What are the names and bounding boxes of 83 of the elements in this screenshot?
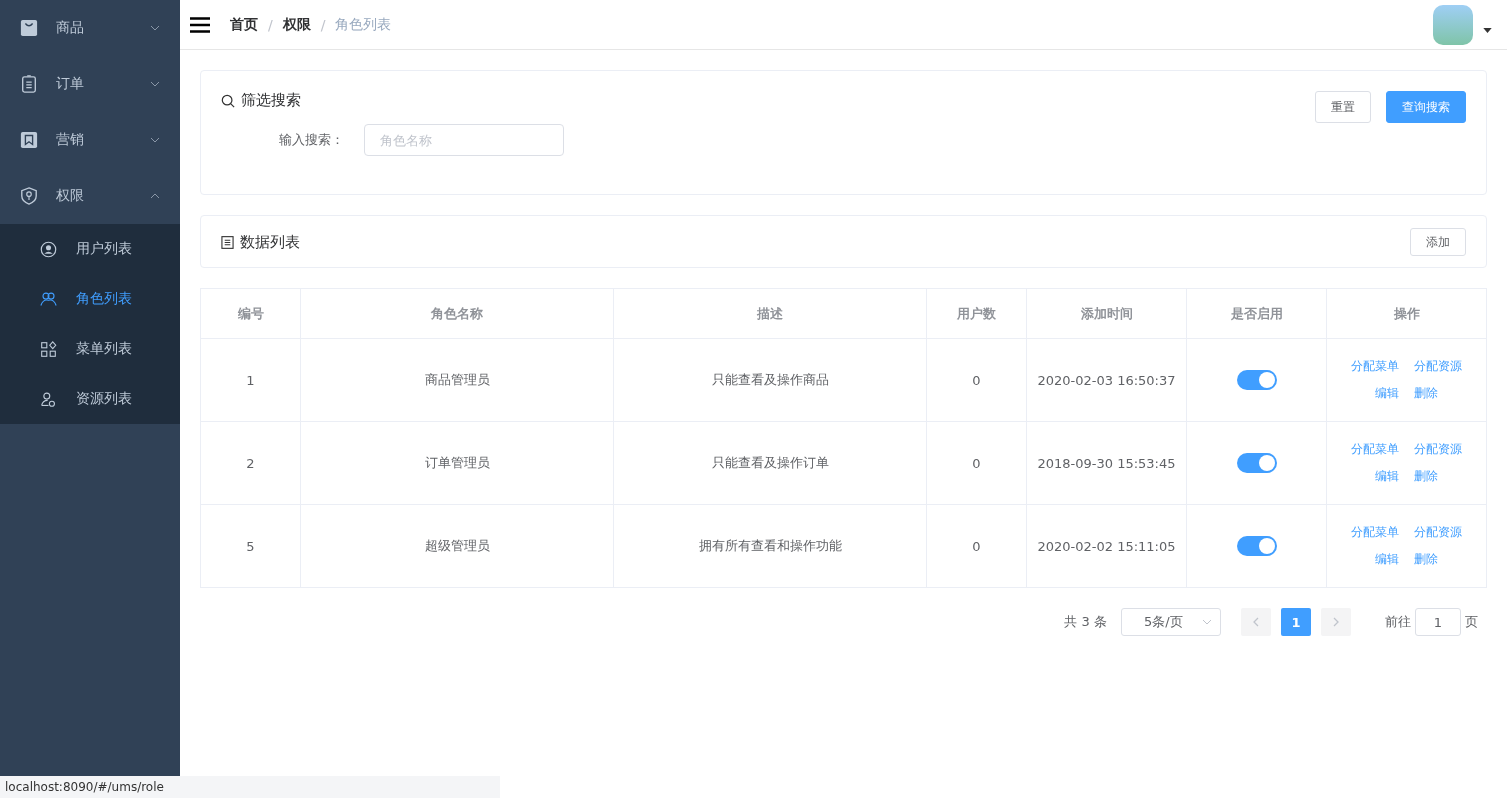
table-cell: 0 bbox=[926, 338, 1027, 422]
status-url: localhost:8090/#/ums/role bbox=[0, 776, 500, 798]
table-cell: 只能查看及操作订单 bbox=[613, 421, 927, 505]
column-header: 用户数 bbox=[926, 288, 1027, 339]
table-cell: 1 bbox=[200, 338, 301, 422]
page-suffix: 页 bbox=[1465, 613, 1478, 631]
column-header: 操作 bbox=[1326, 288, 1487, 339]
breadcrumb-link[interactable]: 权限 bbox=[282, 15, 311, 34]
panel-title: 筛选搜索 bbox=[241, 91, 301, 110]
column-header: 角色名称 bbox=[300, 288, 614, 339]
search-field[interactable]: 角色名称 bbox=[364, 124, 564, 156]
caret-icon[interactable] bbox=[1483, 28, 1492, 33]
search-icon bbox=[221, 93, 235, 108]
user-icon bbox=[40, 240, 57, 258]
chevron-icon bbox=[150, 81, 160, 87]
action-link[interactable]: 编辑 bbox=[1375, 551, 1399, 568]
reset-button[interactable]: 重置 bbox=[1315, 91, 1371, 123]
table-cell: 只能查看及操作商品 bbox=[613, 338, 927, 422]
table-cell: 拥有所有查看和操作功能 bbox=[613, 504, 927, 588]
chevron-icon bbox=[150, 137, 160, 143]
table-cell: 0 bbox=[926, 504, 1027, 588]
action-link[interactable]: 分配菜单 bbox=[1351, 441, 1399, 458]
shopping-bag-icon bbox=[20, 19, 38, 37]
table-cell: 2020-02-03 16:50:37 bbox=[1026, 338, 1187, 422]
column-header: 编号 bbox=[200, 288, 301, 339]
menu-item[interactable]: 权限 bbox=[0, 168, 180, 224]
user-gear-icon bbox=[40, 390, 57, 408]
table-cell: 商品管理员 bbox=[300, 338, 614, 422]
action-link[interactable]: 删除 bbox=[1414, 385, 1438, 402]
menu-item[interactable]: 订单 bbox=[0, 56, 180, 112]
action-link[interactable]: 分配菜单 bbox=[1351, 358, 1399, 375]
table-cell: 2020-02-02 15:11:05 bbox=[1026, 504, 1187, 588]
submenu-item[interactable]: 角色列表 bbox=[0, 274, 180, 324]
grid-icon bbox=[40, 340, 57, 358]
list-icon bbox=[221, 235, 234, 249]
menu-item[interactable]: 商品 bbox=[0, 0, 180, 56]
table-cell: 订单管理员 bbox=[300, 421, 614, 505]
table-cell: 2 bbox=[200, 421, 301, 505]
column-header: 描述 bbox=[613, 288, 927, 339]
total-count: 共 3 条 bbox=[1064, 613, 1107, 631]
table-cell: 超级管理员 bbox=[300, 504, 614, 588]
page-button[interactable]: 1 bbox=[1281, 608, 1311, 636]
action-link[interactable]: 分配资源 bbox=[1414, 524, 1462, 541]
action-link[interactable]: 分配菜单 bbox=[1351, 524, 1399, 541]
menu-icon[interactable] bbox=[190, 16, 210, 33]
table-cell: 0 bbox=[926, 421, 1027, 505]
action-link[interactable]: 删除 bbox=[1414, 551, 1438, 568]
action-link[interactable]: 编辑 bbox=[1375, 385, 1399, 402]
menu-item[interactable]: 营销 bbox=[0, 112, 180, 168]
table-cell: 5 bbox=[200, 504, 301, 588]
column-header: 是否启用 bbox=[1186, 288, 1327, 339]
clipboard-icon bbox=[20, 75, 38, 93]
users-icon bbox=[40, 290, 57, 308]
action-link[interactable]: 分配资源 bbox=[1414, 441, 1462, 458]
chevron-right-icon bbox=[1333, 617, 1339, 627]
column-header: 添加时间 bbox=[1026, 288, 1187, 339]
chevron-icon bbox=[150, 193, 160, 199]
page-size-select[interactable]: 5条/页 bbox=[1121, 608, 1221, 636]
search-button[interactable]: 查询搜索 bbox=[1386, 91, 1466, 123]
chevron-icon bbox=[1202, 619, 1212, 625]
action-link[interactable]: 编辑 bbox=[1375, 468, 1399, 485]
breadcrumb-separator: / bbox=[320, 16, 326, 33]
bookmark-icon bbox=[20, 131, 38, 149]
table-cell: 2018-09-30 15:53:45 bbox=[1026, 421, 1187, 505]
chevron-icon bbox=[150, 25, 160, 31]
submenu-item[interactable]: 菜单列表 bbox=[0, 324, 180, 374]
chevron-left-icon bbox=[1253, 617, 1259, 627]
page-number-field[interactable]: 1 bbox=[1415, 608, 1461, 636]
toggle-switch[interactable] bbox=[1236, 536, 1277, 556]
submenu-item[interactable]: 资源列表 bbox=[0, 374, 180, 424]
shield-icon bbox=[20, 187, 38, 205]
breadcrumb-link[interactable]: 首页 bbox=[230, 15, 258, 34]
panel-title: 数据列表 bbox=[240, 232, 300, 252]
toggle-switch[interactable] bbox=[1236, 370, 1277, 390]
action-link[interactable]: 删除 bbox=[1414, 468, 1438, 485]
field-label: 输入搜索： bbox=[279, 131, 344, 149]
goto-label: 前往 bbox=[1385, 613, 1411, 631]
toggle-switch[interactable] bbox=[1236, 453, 1277, 473]
submenu-item[interactable]: 用户列表 bbox=[0, 224, 180, 274]
breadcrumb-separator: / bbox=[268, 16, 273, 33]
add-button[interactable]: 添加 bbox=[1410, 228, 1466, 256]
action-link[interactable]: 分配资源 bbox=[1414, 358, 1462, 375]
avatar-image[interactable] bbox=[1433, 4, 1473, 45]
